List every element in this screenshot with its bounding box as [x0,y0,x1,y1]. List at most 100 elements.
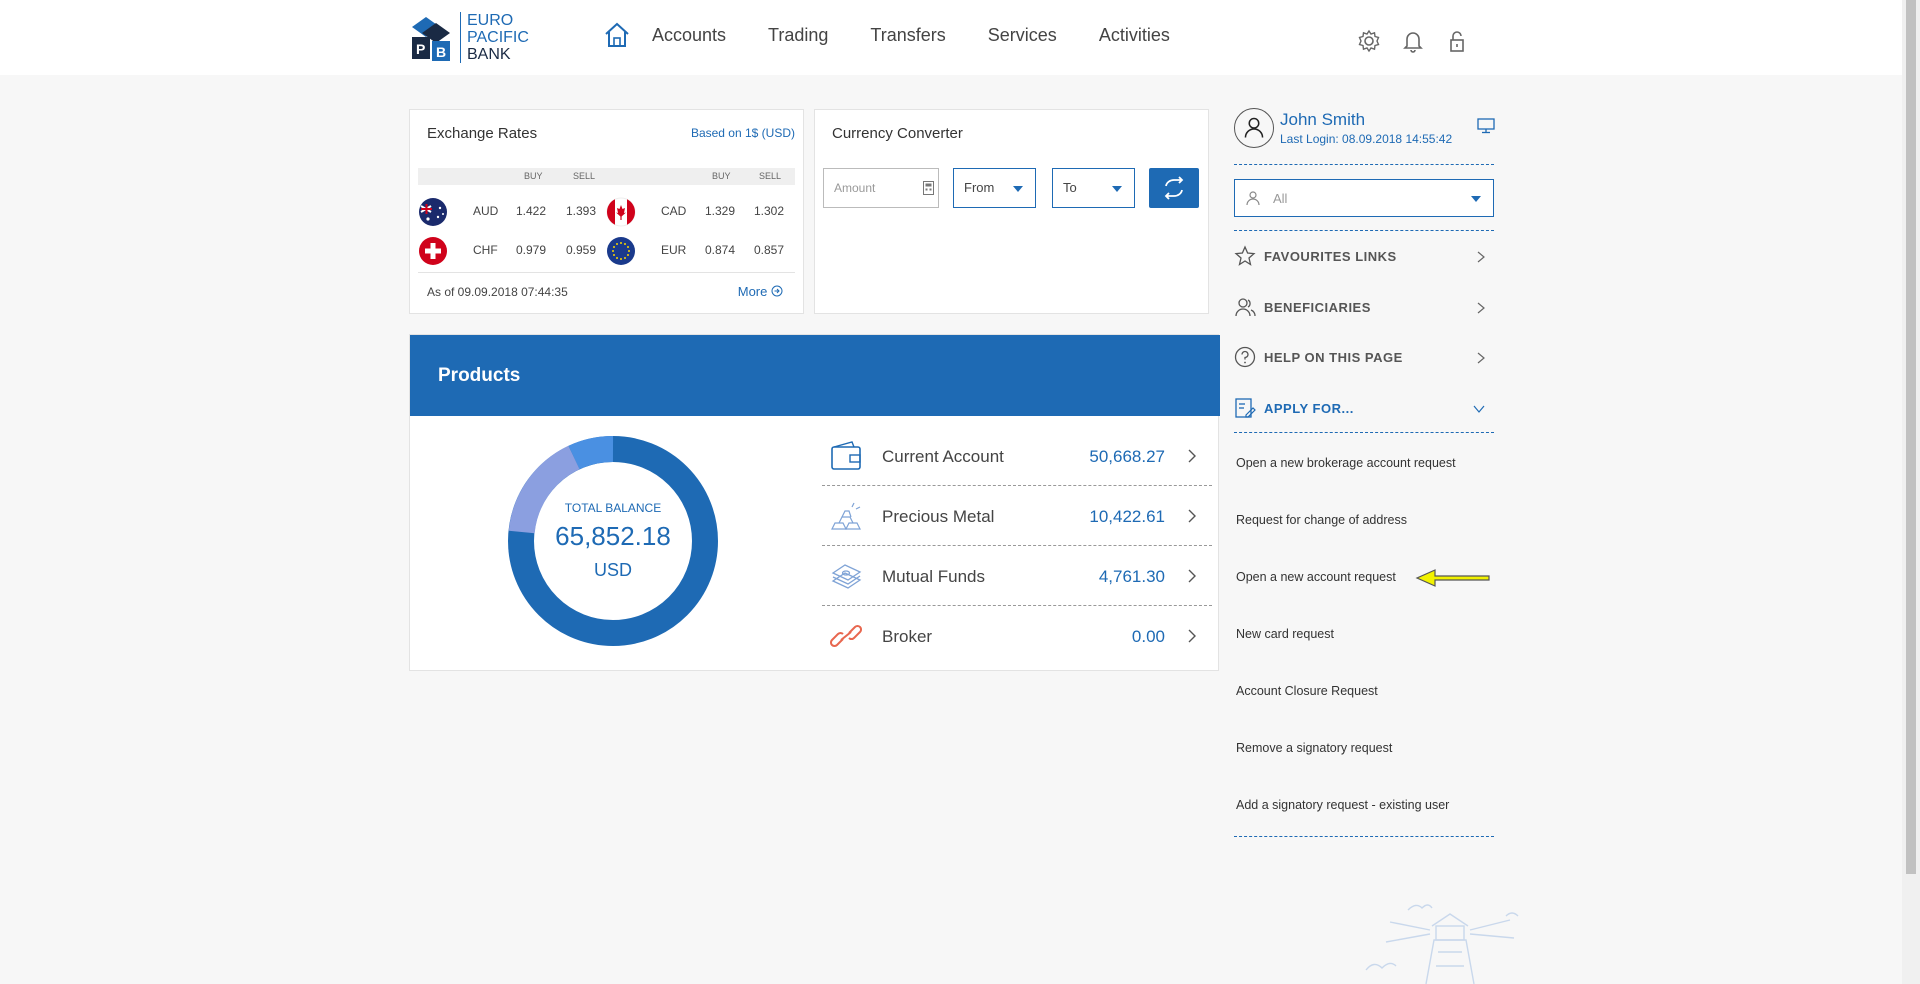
switzerland-flag-icon [419,237,447,265]
australia-flag-icon [419,198,447,226]
request-remove-signatory[interactable]: Remove a signatory request [1236,741,1392,755]
bank-logo[interactable]: P B EURO PACIFIC BANK [408,12,529,63]
filter-value: All [1273,191,1288,206]
user-avatar-icon[interactable] [1234,108,1274,148]
calculator-icon [923,181,934,195]
request-change-of-address[interactable]: Request for change of address [1236,513,1407,527]
home-icon[interactable] [602,20,632,50]
sell-header-1: SELL [573,171,596,181]
currency-converter-panel: Currency Converter Amount From To [814,109,1209,314]
rate-currency: EUR [661,243,687,257]
nav-activities[interactable]: Activities [1099,25,1170,46]
lock-icon[interactable] [1444,28,1470,54]
sidebar-apply-for[interactable]: APPLY FOR... [1234,384,1494,434]
caret-down-icon [1471,196,1481,202]
sidebar-favourites-links[interactable]: FAVOURITES LINKS [1234,232,1494,282]
from-currency-select[interactable]: From [953,168,1036,208]
right-sidebar: John Smith Last Login: 08.09.2018 14:55:… [1234,104,1495,844]
chevron-right-icon [1477,302,1485,314]
product-name: Broker [882,627,933,646]
rate-sell: 1.393 [566,204,597,218]
swap-icon [1164,176,1184,200]
rate-sell: 0.959 [566,243,597,257]
request-add-signatory[interactable]: Add a signatory request - existing user [1236,798,1449,812]
sidebar-link-label: APPLY FOR... [1264,401,1354,416]
eu-flag-icon [607,237,635,265]
currency-converter-title: Currency Converter [832,125,963,142]
nav-transfers[interactable]: Transfers [870,25,945,46]
rates-header: BUY SELL BUY SELL [418,168,795,185]
header-actions [1356,28,1488,54]
nav-services[interactable]: Services [988,25,1057,46]
product-row-broker[interactable]: Broker 0.00 [822,606,1212,666]
nav-trading[interactable]: Trading [768,25,828,46]
monitor-icon[interactable] [1477,118,1495,134]
chevron-right-icon [1188,569,1196,583]
nav-accounts[interactable]: Accounts [652,25,726,46]
product-row-precious-metal[interactable]: Precious Metal 10,422.61 [822,486,1212,546]
amount-input[interactable]: Amount [823,168,939,208]
rate-row: CHF 0.979 0.959 EUR 0.874 0.857 [418,231,795,267]
logo-line-3: BANK [467,46,511,63]
caret-down-icon [1112,186,1122,192]
rate-sell: 1.302 [754,204,785,218]
canada-flag-icon [606,197,636,227]
logo-line-2: PACIFIC [467,29,529,46]
arrow-circle-icon [771,285,783,297]
gold-bars-icon [831,502,861,530]
request-account-closure[interactable]: Account Closure Request [1236,684,1378,698]
more-label: More [737,284,768,299]
divider [418,272,795,273]
logo-mark-icon: P B [412,16,450,61]
chevron-right-icon [1188,629,1196,643]
star-icon [1234,245,1256,266]
bell-icon[interactable] [1400,28,1426,54]
swap-currency-button[interactable] [1149,168,1199,208]
rate-currency: CHF [473,243,498,257]
sidebar-help-on-this-page[interactable]: HELP ON THIS PAGE [1234,333,1494,383]
svg-text:B: B [436,44,446,60]
product-row-current-account[interactable]: Current Account 50,668.27 [822,426,1212,486]
rate-buy: 0.979 [516,243,547,257]
rate-currency: CAD [661,204,687,218]
product-value: 0.00 [1131,627,1165,646]
products-title: Products [438,365,521,386]
caret-down-icon [1013,186,1023,192]
base-currency-link[interactable]: Based on 1$ (USD) [691,126,795,140]
to-currency-select[interactable]: To [1052,168,1135,208]
total-balance-value: 65,852.18 [555,521,671,551]
total-balance-currency: USD [593,560,632,580]
top-navbar: P B EURO PACIFIC BANK Accounts Trading T… [0,0,1902,75]
svg-text:P: P [416,41,425,57]
request-open-new-account[interactable]: Open a new account request [1236,570,1396,584]
rate-buy: 0.874 [705,243,736,257]
help-circle-icon [1234,346,1256,368]
request-open-brokerage-account[interactable]: Open a new brokerage account request [1236,456,1456,470]
logo-text: EURO PACIFIC BANK [460,12,529,63]
product-value: 50,668.27 [1089,447,1165,466]
buy-header-2: BUY [712,171,731,181]
vertical-scrollbar-thumb[interactable] [1906,0,1916,874]
user-icon [1246,191,1260,206]
products-header: Products [410,335,1220,416]
chevron-right-icon [1477,352,1485,364]
more-rates-link[interactable]: More [738,284,783,299]
account-filter-select[interactable]: All [1234,179,1494,217]
main-nav: Accounts Trading Transfers Services Acti… [602,20,1212,50]
sidebar-beneficiaries[interactable]: BENEFICIARIES [1234,283,1494,333]
users-icon [1235,298,1256,317]
money-stack-icon [831,564,862,589]
request-new-card[interactable]: New card request [1236,627,1334,641]
exchange-rates-title: Exchange Rates [427,125,538,142]
chevron-right-icon [1188,449,1196,463]
rate-buy: 1.329 [705,204,736,218]
total-balance-label: TOTAL BALANCE [564,501,662,515]
gear-icon[interactable] [1356,28,1382,54]
yellow-arrow-annotation-icon [1415,569,1490,587]
sidebar-link-label: BENEFICIARIES [1264,300,1371,315]
products-panel: Products TOTAL BALANCE 65,852.18 USD Cur… [409,334,1220,671]
rate-sell: 0.857 [754,243,785,257]
user-name[interactable]: John Smith [1280,110,1365,130]
product-name: Precious Metal [882,507,995,526]
product-row-mutual-funds[interactable]: Mutual Funds 4,761.30 [822,546,1212,606]
